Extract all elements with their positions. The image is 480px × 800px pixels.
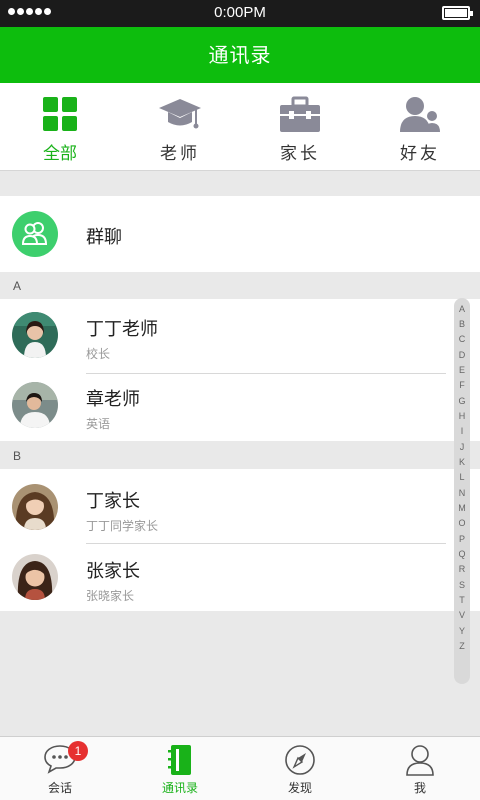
contact-name: 丁家长: [86, 491, 140, 512]
category-teachers[interactable]: 老师: [120, 83, 240, 171]
page-title: 通讯录: [0, 27, 480, 83]
compass-icon: [285, 745, 315, 775]
category-label: 好友: [400, 144, 440, 164]
tab-label: 发现: [287, 781, 312, 795]
category-parents[interactable]: 家长: [240, 83, 360, 171]
index-letter[interactable]: T: [454, 595, 470, 605]
tab-label: 会话: [47, 781, 72, 795]
graduation-cap-icon: [159, 99, 201, 129]
contact-name: 章老师: [86, 389, 140, 410]
contact-list-a: 丁丁老师 校长 章老师 英语: [0, 299, 480, 441]
address-book-icon: [168, 745, 191, 775]
index-letter[interactable]: O: [454, 518, 470, 528]
tab-label: 通讯录: [161, 781, 198, 795]
index-letter[interactable]: C: [454, 334, 470, 344]
user-icon: [406, 745, 434, 776]
section-header-b: B: [0, 443, 480, 469]
teacher-avatar: [12, 382, 58, 428]
battery-icon: [442, 6, 473, 20]
contact-list-b: 丁家长 丁丁同学家长 张家长 张晓家长: [0, 469, 480, 611]
alphabet-index[interactable]: A B C D E F G H I J K L N M O P Q R S T …: [454, 298, 470, 684]
category-all[interactable]: 全部: [0, 83, 120, 171]
contact-item[interactable]: 章老师 英语: [0, 371, 480, 439]
grid-icon: [43, 97, 77, 131]
parent-avatar: [12, 484, 58, 530]
tab-discover[interactable]: 发现: [240, 737, 360, 800]
teacher-avatar: [12, 312, 58, 358]
index-letter[interactable]: M: [454, 503, 470, 513]
index-letter[interactable]: L: [454, 472, 470, 482]
tab-me[interactable]: 我: [360, 737, 480, 800]
category-tabs: 全部 老师 家长 好友: [0, 83, 480, 171]
group-avatar: [12, 211, 58, 257]
status-bar: 0:00PM: [0, 0, 480, 27]
contact-item[interactable]: 丁丁老师 校长: [0, 301, 480, 369]
contact-item[interactable]: 丁家长 丁丁同学家长: [0, 473, 480, 541]
group-icon: [21, 222, 48, 245]
index-letter[interactable]: A: [454, 304, 470, 314]
tab-contacts[interactable]: 通讯录: [120, 737, 240, 800]
parent-avatar: [12, 554, 58, 600]
index-letter[interactable]: E: [454, 365, 470, 375]
tab-chats[interactable]: 1 会话: [0, 737, 120, 800]
contact-subtitle: 英语: [86, 417, 111, 431]
contact-name: 张家长: [86, 561, 140, 582]
index-letter[interactable]: K: [454, 457, 470, 467]
group-chat-row[interactable]: 群聊: [0, 196, 480, 272]
section-header-a: A: [0, 273, 480, 299]
contact-subtitle: 丁丁同学家长: [86, 519, 159, 533]
bottom-tab-bar: 1 会话 通讯录 发现 我: [0, 736, 480, 800]
index-letter[interactable]: Z: [454, 641, 470, 651]
unread-badge: 1: [68, 741, 88, 761]
index-letter[interactable]: B: [454, 319, 470, 329]
index-letter[interactable]: S: [454, 580, 470, 590]
category-label: 全部: [43, 144, 77, 164]
category-label: 老师: [160, 144, 200, 164]
category-friends[interactable]: 好友: [360, 83, 480, 171]
index-letter[interactable]: G: [454, 396, 470, 406]
index-letter[interactable]: P: [454, 534, 470, 544]
index-letter[interactable]: J: [454, 442, 470, 452]
status-time: 0:00PM: [214, 4, 266, 21]
contact-item[interactable]: 张家长 张晓家长: [0, 543, 480, 611]
index-letter[interactable]: V: [454, 610, 470, 620]
briefcase-icon: [280, 96, 320, 132]
index-letter[interactable]: I: [454, 426, 470, 436]
index-letter[interactable]: D: [454, 350, 470, 360]
index-letter[interactable]: Q: [454, 549, 470, 559]
contact-name: 丁丁老师: [86, 319, 158, 340]
group-chat-label: 群聊: [86, 227, 122, 248]
index-letter[interactable]: N: [454, 488, 470, 498]
index-letter[interactable]: R: [454, 564, 470, 574]
index-letter[interactable]: F: [454, 380, 470, 390]
tab-label: 我: [413, 781, 426, 795]
category-label: 家长: [280, 144, 320, 164]
contact-subtitle: 张晓家长: [86, 589, 135, 603]
friends-icon: [400, 97, 440, 132]
index-letter[interactable]: H: [454, 411, 470, 421]
contact-subtitle: 校长: [86, 347, 111, 361]
index-letter[interactable]: Y: [454, 626, 470, 636]
